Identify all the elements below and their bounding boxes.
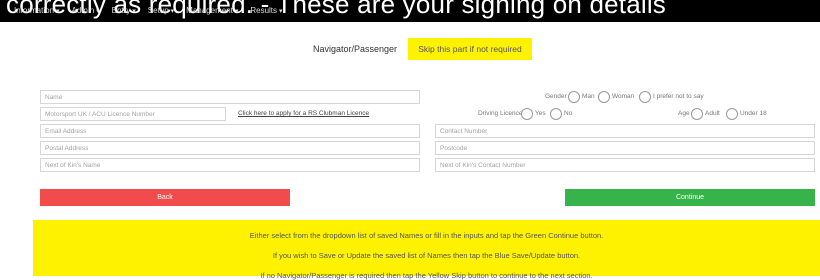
nav-menu-information[interactable]: Information bbox=[14, 6, 60, 15]
driving-licence-yes-radio[interactable] bbox=[521, 108, 533, 120]
email-field[interactable] bbox=[40, 124, 420, 138]
driving-licence-no-radio[interactable] bbox=[550, 108, 562, 120]
nav-menu-management[interactable]: Management bbox=[186, 6, 238, 15]
main-nav: Information Admin Entry Setup Management… bbox=[14, 6, 283, 15]
contact-number-input[interactable] bbox=[440, 125, 814, 137]
nav-menu-entry[interactable]: Entry bbox=[112, 6, 136, 15]
nav-menu-admin[interactable]: Admin bbox=[72, 6, 100, 15]
name-input[interactable] bbox=[45, 91, 419, 103]
driving-licence-label: Driving Licence bbox=[478, 110, 523, 117]
next-of-kin-name-field[interactable] bbox=[40, 158, 420, 172]
next-of-kin-name-input[interactable] bbox=[45, 159, 419, 171]
next-of-kin-contact-input[interactable] bbox=[440, 159, 814, 171]
instruction-line-1: Either select from the dropdown list of … bbox=[249, 231, 604, 240]
age-under-18-label: Under 18 bbox=[740, 110, 767, 117]
gender-man-label: Man bbox=[582, 93, 595, 100]
continue-button[interactable]: Continue bbox=[565, 189, 815, 206]
skip-button[interactable]: Skip this part if not required bbox=[408, 38, 532, 60]
gender-man-radio[interactable] bbox=[568, 91, 580, 103]
name-field[interactable] bbox=[40, 90, 420, 104]
age-label: Age bbox=[678, 110, 690, 117]
apply-licence-link[interactable]: Click here to apply for a RS Clubman Lic… bbox=[238, 110, 369, 117]
age-under-18-radio[interactable] bbox=[726, 108, 738, 120]
instructions-panel: Either select from the dropdown list of … bbox=[33, 220, 820, 280]
nav-menu-results[interactable]: Results bbox=[250, 6, 282, 15]
section-title: Navigator/Passenger bbox=[313, 44, 398, 54]
next-of-kin-contact-field[interactable] bbox=[435, 158, 815, 172]
back-button[interactable]: Back bbox=[40, 189, 290, 206]
licence-number-field[interactable] bbox=[40, 107, 226, 121]
age-adult-label: Adult bbox=[705, 110, 720, 117]
postal-address-input[interactable] bbox=[45, 142, 419, 154]
instruction-line-2: If you wish to Save or Update the saved … bbox=[272, 251, 581, 260]
gender-prefer-not-radio[interactable] bbox=[639, 91, 651, 103]
licence-number-input[interactable] bbox=[45, 108, 225, 120]
postal-address-field[interactable] bbox=[40, 141, 420, 155]
postcode-field[interactable] bbox=[435, 141, 815, 155]
age-adult-radio[interactable] bbox=[691, 108, 703, 120]
gender-woman-label: Woman bbox=[612, 93, 635, 100]
email-input[interactable] bbox=[45, 125, 419, 137]
gender-woman-radio[interactable] bbox=[598, 91, 610, 103]
top-bar: correctly as required. - These are your … bbox=[0, 0, 820, 22]
nav-menu-setup[interactable]: Setup bbox=[148, 6, 174, 15]
gender-label: Gender bbox=[545, 93, 567, 100]
contact-number-field[interactable] bbox=[435, 124, 815, 138]
driving-licence-no-label: No bbox=[564, 110, 573, 117]
driving-licence-yes-label: Yes bbox=[535, 110, 546, 117]
postcode-input[interactable] bbox=[440, 142, 814, 154]
gender-prefer-not-label: I prefer not to say bbox=[653, 93, 704, 100]
